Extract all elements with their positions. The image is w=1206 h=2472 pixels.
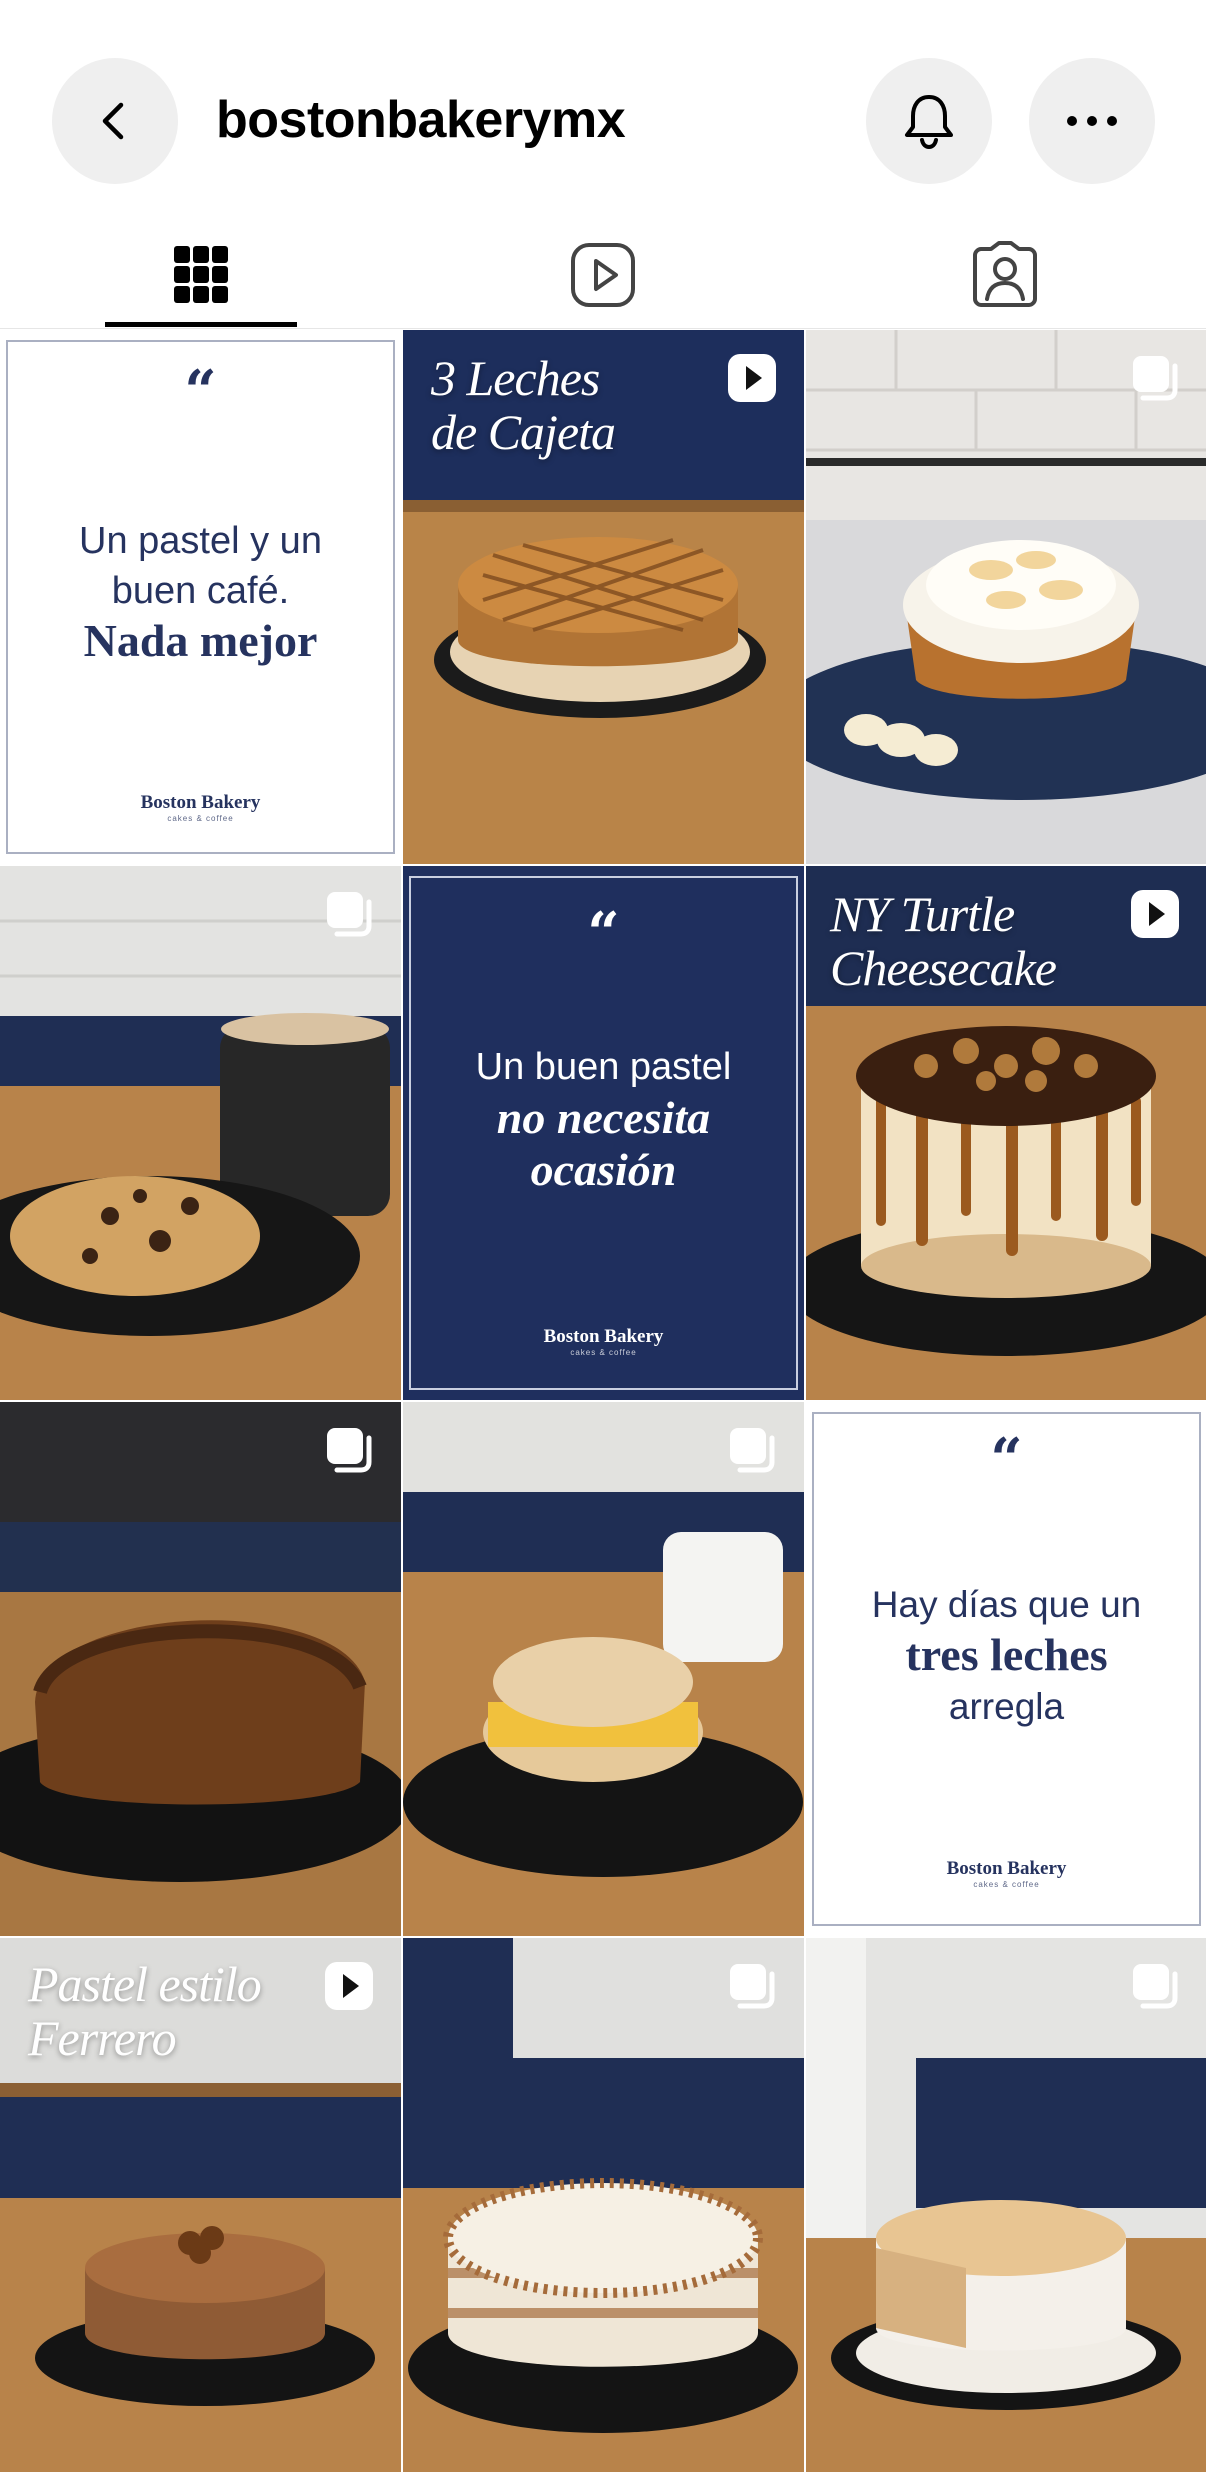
reel-icon	[728, 354, 776, 402]
grid-post[interactable]: “ Un buen pastel no necesita ocasión Bos…	[403, 866, 804, 1400]
post-title: NY Turtle	[830, 886, 1015, 942]
grid-icon	[174, 246, 228, 303]
post-photo	[0, 866, 401, 1400]
grid-post[interactable]	[403, 1938, 804, 2472]
post-photo	[403, 1402, 804, 1936]
quote-line: arregla	[948, 1686, 1065, 1727]
back-chevron-icon	[102, 102, 124, 140]
profile-header: bostonbakerymx	[0, 0, 1206, 240]
quote-emphasis: Nada mejor	[83, 615, 318, 666]
posts-grid: “ Un pastel y un buen café. Nada mejor B…	[0, 330, 1206, 2472]
more-icon	[1067, 116, 1117, 126]
back-button[interactable]	[52, 58, 178, 184]
post-title: de Cajeta	[431, 404, 616, 460]
grid-post[interactable]	[403, 1402, 804, 1936]
quote-line: Hay días que un	[871, 1584, 1142, 1625]
quote-line: Un pastel y un	[79, 520, 322, 562]
profile-tabs	[0, 220, 1206, 330]
grid-post[interactable]	[0, 1402, 401, 1936]
more-options-button[interactable]	[1029, 58, 1155, 184]
selected-tab-indicator	[105, 322, 297, 327]
post-title: 3 Leches	[431, 350, 600, 406]
post-photo	[806, 1938, 1206, 2472]
grid-post[interactable]	[806, 330, 1206, 864]
quote-mark: “	[184, 358, 217, 424]
notifications-button[interactable]	[866, 58, 992, 184]
grid-post[interactable]: “ Un pastel y un buen café. Nada mejor B…	[0, 330, 401, 864]
carousel-icon	[327, 1428, 372, 1473]
reels-icon	[571, 243, 635, 307]
brand-logo: Boston Bakery cakes & coffee	[946, 1858, 1067, 1889]
carousel-icon	[1133, 356, 1178, 401]
grid-post[interactable]	[806, 1938, 1206, 2472]
quote-line: buen café.	[111, 570, 290, 612]
post-photo	[403, 1938, 804, 2472]
tagged-icon	[973, 241, 1037, 307]
post-title: Cheesecake	[830, 940, 1057, 996]
carousel-icon	[730, 1964, 775, 2009]
quote-mark: “	[587, 900, 620, 966]
quote-line: Un buen pastel	[475, 1046, 732, 1088]
tabs-divider	[0, 328, 1206, 329]
grid-post[interactable]: Pastel estilo Ferrero	[0, 1938, 401, 2472]
tab-grid[interactable]	[0, 220, 402, 330]
quote-emphasis: ocasión	[530, 1144, 677, 1195]
carousel-icon	[730, 1428, 775, 1473]
brand-logo: Boston Bakery cakes & coffee	[140, 792, 261, 823]
profile-username: bostonbakerymx	[216, 91, 626, 149]
carousel-icon	[327, 892, 372, 937]
carousel-icon	[1133, 1964, 1178, 2009]
tab-reels[interactable]	[402, 220, 804, 330]
tab-tagged[interactable]	[804, 220, 1206, 330]
reel-icon	[1131, 890, 1179, 938]
brand-logo: Boston Bakery cakes & coffee	[543, 1326, 664, 1357]
quote-emphasis: no necesita	[496, 1092, 711, 1143]
grid-post[interactable]	[0, 866, 401, 1400]
quote-emphasis: tres leches	[905, 1629, 1108, 1680]
grid-post[interactable]: “ Hay días que un tres leches arregla Bo…	[806, 1402, 1206, 1936]
post-title: Ferrero	[28, 2010, 177, 2066]
bell-icon	[905, 95, 953, 150]
reel-icon	[325, 1962, 373, 2010]
post-photo	[806, 330, 1206, 864]
grid-post[interactable]: 3 Leches de Cajeta	[403, 330, 804, 864]
grid-post[interactable]: NY Turtle Cheesecake	[806, 866, 1206, 1400]
post-title: Pastel estilo	[28, 1956, 262, 2012]
quote-mark: “	[990, 1426, 1023, 1492]
post-photo	[0, 1402, 401, 1936]
